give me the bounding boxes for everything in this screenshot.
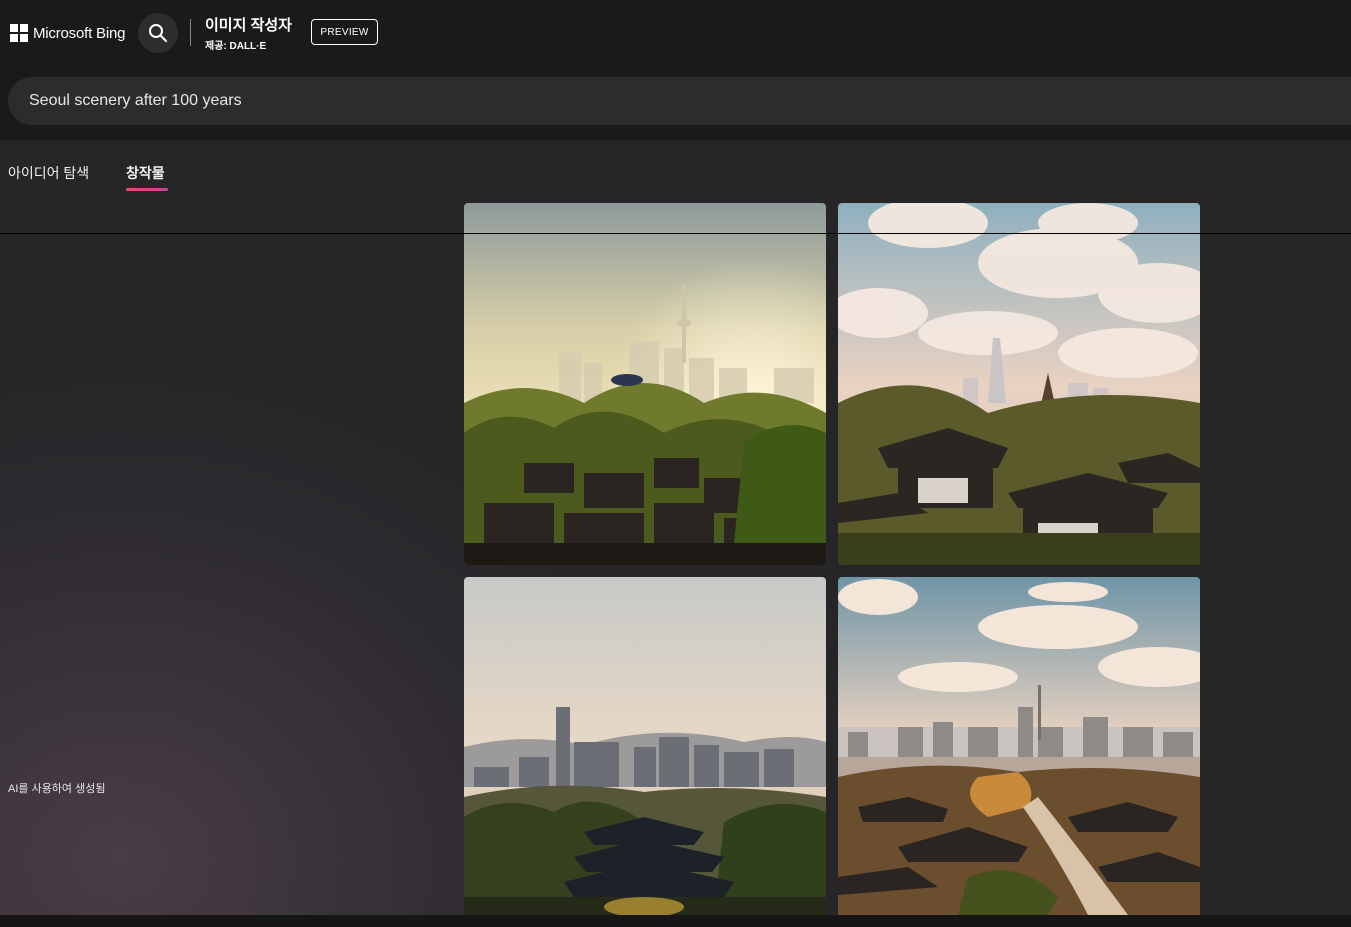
image-1-graphic	[464, 203, 826, 565]
app-title: 이미지 작성자	[205, 17, 292, 34]
prompt-input[interactable]	[8, 77, 1351, 125]
microsoft-logo-icon	[10, 24, 28, 42]
bing-logo[interactable]: Microsoft Bing	[10, 24, 125, 42]
header-divider	[190, 19, 191, 46]
active-tab-indicator	[126, 188, 168, 191]
content-divider	[0, 233, 1351, 234]
generated-image-4[interactable]	[838, 577, 1200, 915]
provider-label: 제공: DALL·E	[205, 41, 267, 52]
generated-image-3[interactable]	[464, 577, 826, 915]
brand-name: Microsoft Bing	[33, 24, 126, 42]
tab-creations[interactable]: 창작물	[126, 163, 165, 183]
image-3-graphic	[464, 577, 826, 915]
search-icon	[149, 24, 168, 43]
tab-explore-ideas[interactable]: 아이디어 탐색	[8, 163, 89, 183]
generated-image-1[interactable]	[464, 203, 826, 565]
image-4-graphic	[838, 577, 1200, 915]
main-content: 아이디어 탐색 창작물 AI를 사용하여 생성됨	[0, 140, 1351, 915]
top-header: Microsoft Bing 이미지 작성자 제공: DALL·E PREVIE…	[0, 0, 1351, 66]
bottom-bar	[0, 915, 1351, 927]
generated-image-2[interactable]	[838, 203, 1200, 565]
preview-badge: PREVIEW	[311, 19, 378, 45]
search-button[interactable]	[138, 13, 178, 53]
ai-generated-note: AI를 사용하여 생성됨	[8, 783, 106, 795]
image-2-graphic	[838, 203, 1200, 565]
